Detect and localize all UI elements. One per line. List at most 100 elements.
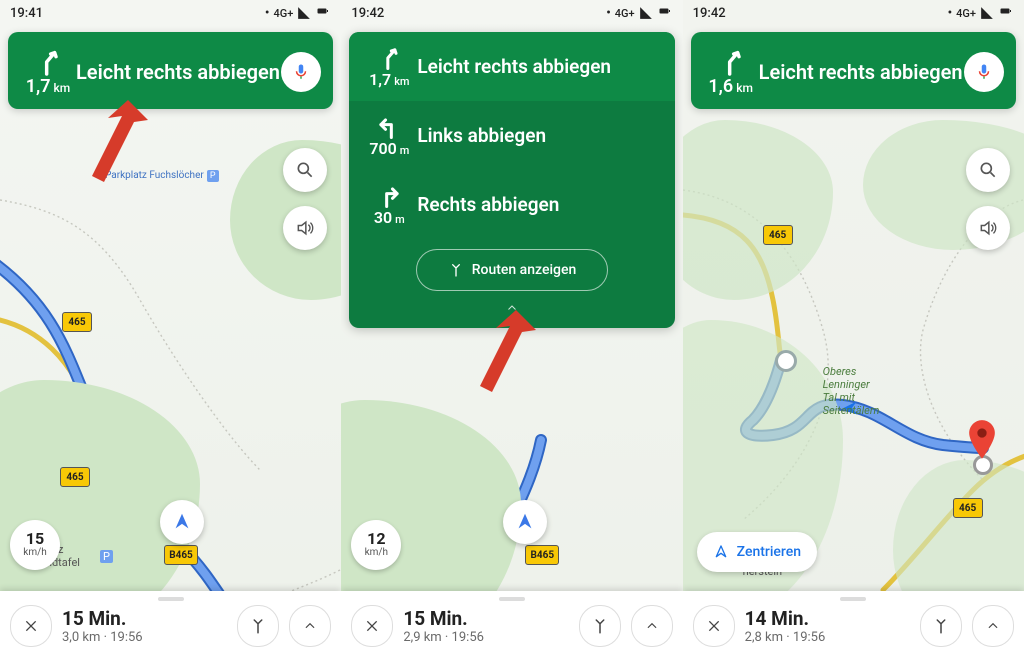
status-bar: 19:42 • 4G+ — [683, 0, 1024, 26]
signal-icon — [639, 6, 653, 20]
status-right: • 4G+ — [265, 6, 331, 21]
eta-block: 14 Min. 2,8 km · 19:56 — [735, 607, 920, 645]
speed-chip: 12 km/h — [351, 520, 401, 570]
status-right: • 4G+ — [948, 6, 1014, 21]
turn-distance: 1,6km — [708, 76, 753, 97]
eta-block: 15 Min. 3,0 km · 19:56 — [52, 607, 237, 645]
road-shield: B465 — [164, 545, 198, 565]
direction-step[interactable]: 30m Rechts abbiegen — [349, 170, 674, 239]
direction-banner[interactable]: 1,6km Leicht rechts abbiegen — [691, 32, 1016, 109]
direction-step-primary[interactable]: 1,7km Leicht rechts abbiegen — [349, 32, 674, 101]
recenter-icon — [713, 544, 729, 560]
annotation-arrow-icon — [466, 310, 536, 404]
screenshot-panel-1: 465 465 Parkplatz FuchslöcherP kplatz La… — [0, 0, 341, 661]
chevron-up-icon — [303, 619, 317, 633]
grip-handle[interactable] — [840, 597, 866, 601]
status-right: • 4G+ — [606, 6, 672, 21]
recenter-button[interactable]: Zentrieren — [697, 532, 817, 572]
show-routes-button[interactable]: Routen anzeigen — [416, 249, 608, 291]
turn-right-icon: 30m — [361, 182, 417, 227]
speed-chip: 15 km/h — [10, 520, 60, 570]
speaker-icon — [295, 218, 315, 238]
network-indicator: 4G+ — [273, 8, 293, 19]
close-button[interactable] — [10, 605, 52, 647]
search-icon — [978, 160, 998, 180]
eta-detail: 2,8 km · 19:56 — [745, 630, 910, 645]
turn-distance: 1,7km — [26, 76, 71, 97]
grip-handle[interactable] — [158, 597, 184, 601]
expand-button[interactable] — [631, 605, 673, 647]
network-indicator: 4G+ — [615, 8, 635, 19]
chevron-up-icon — [986, 619, 1000, 633]
nav-puck — [160, 500, 204, 544]
battery-icon — [998, 7, 1014, 19]
direction-text: Leicht rechts abbiegen — [759, 60, 964, 84]
search-icon — [295, 160, 315, 180]
directions-expanded[interactable]: 1,7km Leicht rechts abbiegen 700m Links … — [349, 32, 674, 328]
eta-detail: 2,9 km · 19:56 — [403, 630, 568, 645]
mic-button[interactable] — [281, 52, 321, 92]
turn-slight-right-icon: 1,7km — [20, 46, 76, 97]
map-area-label: Oberes Lenninger Tal mit Seitentälern — [823, 365, 880, 417]
speed-value: 15 — [26, 531, 44, 547]
routes-icon — [448, 262, 464, 278]
search-button[interactable] — [966, 148, 1010, 192]
sound-button[interactable] — [966, 206, 1010, 250]
grip-handle[interactable] — [499, 597, 525, 601]
status-dot-icon: • — [265, 6, 270, 21]
annotation-arrow-icon — [78, 100, 148, 194]
close-icon — [706, 618, 722, 634]
speed-unit: km/h — [365, 547, 388, 559]
status-dot-icon: • — [948, 6, 953, 21]
road-shield: 465 — [763, 225, 793, 245]
nav-arrow-icon — [514, 511, 536, 533]
screenshot-panel-3: 465 465 Oberes Lenninger Tal mit Seitent… — [683, 0, 1024, 661]
routes-icon — [249, 617, 267, 635]
direction-text: Rechts abbiegen — [417, 193, 662, 216]
signal-icon — [297, 6, 311, 20]
battery-icon — [657, 7, 673, 19]
status-bar: 19:42 • 4G+ — [341, 0, 682, 26]
routes-icon — [591, 617, 609, 635]
bottom-bar[interactable]: 15 Min. 3,0 km · 19:56 — [0, 591, 341, 661]
speed-unit: km/h — [23, 547, 46, 559]
status-time: 19:41 — [10, 6, 43, 21]
close-button[interactable] — [693, 605, 735, 647]
routes-icon — [932, 617, 950, 635]
bottom-bar[interactable]: 15 Min. 2,9 km · 19:56 — [341, 591, 682, 661]
mic-button[interactable] — [964, 52, 1004, 92]
close-button[interactable] — [351, 605, 393, 647]
eta-detail: 3,0 km · 19:56 — [62, 630, 227, 645]
routes-button[interactable] — [579, 605, 621, 647]
eta-block: 15 Min. 2,9 km · 19:56 — [393, 607, 578, 645]
expand-button[interactable] — [972, 605, 1014, 647]
status-time: 19:42 — [351, 6, 384, 21]
speed-value: 12 — [367, 531, 385, 547]
direction-step[interactable]: 700m Links abbiegen — [349, 101, 674, 170]
direction-banner[interactable]: 1,7km Leicht rechts abbiegen — [8, 32, 333, 109]
status-bar: 19:41 • 4G+ — [0, 0, 341, 26]
recenter-label: Zentrieren — [737, 544, 801, 560]
eta-time: 15 Min. — [62, 607, 227, 630]
status-time: 19:42 — [693, 6, 726, 21]
expand-button[interactable] — [289, 605, 331, 647]
sound-button[interactable] — [283, 206, 327, 250]
bottom-bar[interactable]: 14 Min. 2,8 km · 19:56 — [683, 591, 1024, 661]
road-shield: 465 — [62, 312, 92, 332]
routes-button[interactable] — [237, 605, 279, 647]
routes-button[interactable] — [920, 605, 962, 647]
road-shield: 465 — [953, 498, 983, 518]
direction-text: Leicht rechts abbiegen — [76, 60, 281, 84]
road-shield: B465 — [525, 545, 559, 565]
search-button[interactable] — [283, 148, 327, 192]
eta-time: 15 Min. — [403, 607, 568, 630]
chevron-up-icon — [645, 619, 659, 633]
show-routes-label: Routen anzeigen — [472, 262, 577, 278]
network-indicator: 4G+ — [956, 8, 976, 19]
status-dot-icon: • — [606, 6, 611, 21]
screenshot-panel-2: B465 19:42 • 4G+ 1,7km Leicht rechts abb… — [341, 0, 682, 661]
nav-arrow-icon — [171, 511, 193, 533]
close-icon — [364, 618, 380, 634]
eta-time: 14 Min. — [745, 607, 910, 630]
signal-icon — [980, 6, 994, 20]
